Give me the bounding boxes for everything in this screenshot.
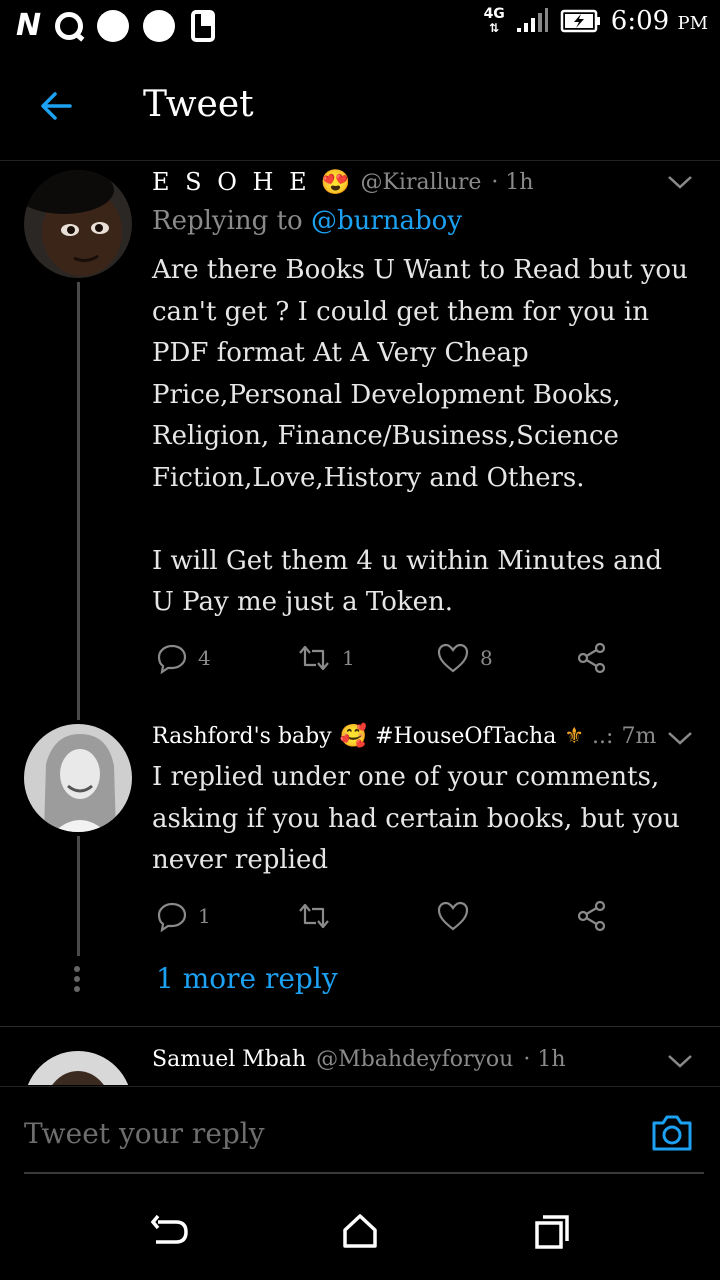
author-name[interactable]: E S O H E: [152, 168, 311, 196]
chevron-down-icon[interactable]: [667, 730, 693, 746]
status-left-icons: N: [16, 8, 217, 43]
thread-line: [77, 282, 80, 720]
thread-line: [77, 836, 80, 956]
more-replies-link[interactable]: 1 more reply: [156, 962, 338, 995]
camera-icon[interactable]: [650, 1113, 694, 1153]
tweet-body: Are there Books U Want to Read but you c…: [152, 255, 688, 617]
like-button[interactable]: [436, 900, 576, 932]
heart-eyes-emoji: 😍: [320, 168, 351, 196]
share-button[interactable]: [576, 900, 608, 932]
recents-nav-icon[interactable]: [534, 1214, 570, 1250]
tweet-time: · 1h: [491, 169, 534, 195]
battery-charging-icon: [560, 9, 600, 33]
back-arrow-icon[interactable]: [36, 86, 76, 126]
android-nav-bar: [0, 1180, 720, 1280]
tweet-preview-clip: Samuel Mbah @Mbahdeyforyou · 1h: [0, 1027, 720, 1085]
reply-icon: [157, 902, 187, 932]
author-handle[interactable]: @Kirallure: [361, 170, 482, 195]
q-icon: [55, 11, 84, 40]
tweet-header: Tweet: [0, 60, 720, 161]
author-name[interactable]: Rashford's baby: [152, 724, 332, 749]
tweet-author-row: Samuel Mbah @Mbahdeyforyou · 1h: [152, 1047, 566, 1072]
reply-input[interactable]: Tweet your reply: [24, 1117, 265, 1150]
retweet-button[interactable]: 1: [296, 643, 436, 673]
retweet-count: 1: [342, 646, 355, 670]
signal-icon: [516, 8, 548, 32]
notification-dot-icon: [97, 9, 130, 42]
notification-dot-icon: [143, 9, 176, 42]
avatar[interactable]: [24, 724, 132, 832]
retweet-icon: [299, 645, 329, 671]
author-handle[interactable]: @Mbahdeyforyou: [316, 1047, 513, 1072]
tweet-author-row: Rashford's baby 🥰 #HouseOfTacha ⚜ ..: 7m: [152, 724, 656, 749]
heart-icon: [437, 901, 469, 931]
heart-icon: [437, 643, 469, 673]
author-name[interactable]: Samuel Mbah: [152, 1047, 306, 1072]
reply-button[interactable]: 1: [156, 900, 296, 932]
n-logo-icon: N: [16, 8, 42, 43]
share-icon: [577, 900, 606, 932]
retweet-button[interactable]: [296, 901, 436, 931]
crown-badge-icon: ⚜: [564, 724, 585, 749]
reply-count: 1: [198, 904, 211, 928]
status-bar: N 4G ⇅ 6:09 PM: [0, 0, 720, 52]
avatar[interactable]: [24, 170, 132, 278]
chevron-down-icon[interactable]: [667, 1053, 693, 1069]
reply-bar: Tweet your reply: [0, 1086, 720, 1175]
home-nav-icon[interactable]: [342, 1212, 378, 1250]
tweet-body: I replied under one of your comments, as…: [152, 762, 680, 875]
tweet-time: 7m: [621, 724, 657, 749]
like-button[interactable]: 8: [436, 642, 576, 674]
replying-to-link[interactable]: @burnaboy: [311, 206, 462, 236]
like-count: 8: [480, 646, 493, 670]
avatar[interactable]: [24, 1051, 132, 1085]
truncated-handle: ..:: [592, 724, 614, 749]
status-right-icons: 4G ⇅ 6:09 PM: [484, 6, 708, 36]
page-title: Tweet: [143, 84, 254, 125]
collapsed-thread-dots: [74, 966, 82, 992]
reply-input-underline: [24, 1172, 704, 1174]
tweet-time: · 1h: [523, 1047, 566, 1072]
reply-button[interactable]: 4: [156, 642, 296, 674]
smiling-hearts-emoji: 🥰: [339, 724, 368, 749]
reply-count: 4: [198, 646, 211, 670]
tweet-actions: 1: [156, 900, 626, 932]
retweet-icon: [299, 903, 329, 929]
share-icon: [577, 642, 606, 674]
network-type: 4G ⇅: [483, 6, 505, 35]
reply-icon: [157, 644, 187, 674]
screen-icon: [191, 9, 216, 42]
tweet-actions: 4 1 8: [156, 642, 626, 674]
author-hashtag[interactable]: #HouseOfTacha: [375, 724, 556, 749]
tweet-author-row: E S O H E 😍 @Kirallure · 1h: [152, 168, 534, 196]
share-button[interactable]: [576, 642, 608, 674]
chevron-down-icon[interactable]: [667, 174, 693, 190]
replying-to: Replying to @burnaboy: [152, 206, 463, 236]
back-nav-icon[interactable]: [150, 1212, 190, 1252]
clock: 6:09 PM: [610, 6, 708, 36]
